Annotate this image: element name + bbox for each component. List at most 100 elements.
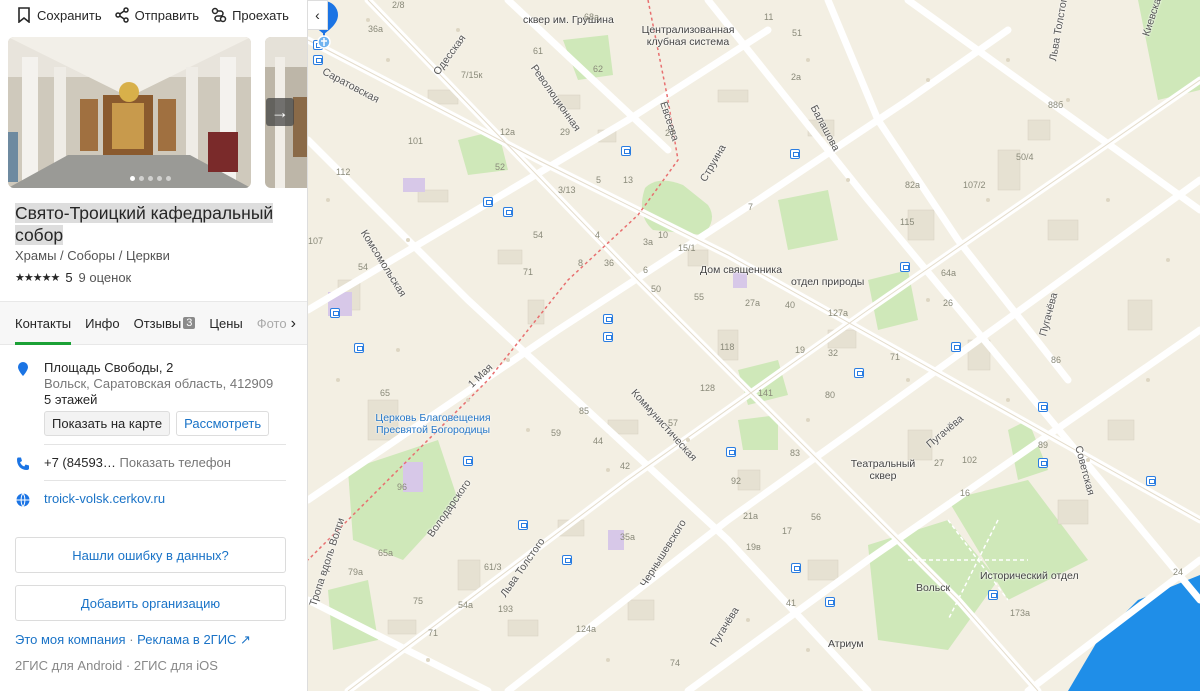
house-number: 10: [658, 230, 669, 240]
ios-app-link[interactable]: 2ГИС для iOS: [134, 658, 218, 673]
tab-contacts[interactable]: Контакты: [15, 302, 72, 345]
house-number: 15/1: [678, 243, 696, 253]
tab-reviews[interactable]: Отзывы 3: [134, 302, 196, 344]
bus-stop-icon[interactable]: [330, 308, 340, 318]
bus-stop-icon[interactable]: [791, 563, 801, 573]
tab-photos[interactable]: Фото: [257, 302, 287, 344]
share-button[interactable]: Отправить: [114, 7, 199, 23]
house-number: 141: [758, 388, 774, 398]
bus-stop-icon[interactable]: [726, 447, 736, 457]
footer-links: Это моя компания · Реклама в 2ГИС ↗: [15, 632, 251, 648]
poi-priest-house-label[interactable]: Дом священника: [700, 264, 782, 276]
house-number: 56: [811, 512, 822, 522]
address-block: Площадь Свободы, 2 Вольск, Саратовская о…: [15, 360, 295, 436]
phone-block: +7 (84593… Показать телефон: [15, 455, 295, 470]
house-number: 11: [764, 12, 774, 22]
bus-stop-icon[interactable]: [1146, 476, 1156, 486]
gallery-dot[interactable]: [130, 176, 135, 181]
house-number: 61/3: [484, 562, 502, 572]
bus-stop-icon[interactable]: [988, 590, 998, 600]
house-number: 193: [498, 604, 514, 614]
cathedral-interior-photo[interactable]: [8, 37, 251, 188]
house-number: 96: [397, 482, 408, 492]
house-number: 71: [523, 267, 534, 277]
bus-stop-icon[interactable]: [900, 262, 910, 272]
bus-stop-icon[interactable]: [354, 343, 364, 353]
website-link[interactable]: troick-volsk.cerkov.ru: [44, 491, 165, 506]
bus-stop-icon[interactable]: [854, 368, 864, 378]
bus-stop-icon[interactable]: [951, 342, 961, 352]
house-number: 57: [668, 418, 679, 428]
poi-square-label[interactable]: сквер им. Грушина: [523, 14, 614, 26]
add-organization-button[interactable]: Добавить организацию: [15, 585, 286, 621]
tab-label: Инфо: [85, 315, 120, 331]
house-number: 6: [643, 265, 649, 275]
show-on-map-button[interactable]: Показать на карте: [44, 411, 171, 436]
route-button[interactable]: Проехать: [211, 7, 289, 23]
bus-stop-icon[interactable]: [483, 197, 493, 207]
house-number: 7/15к: [461, 70, 483, 80]
tabs-scroll-right-icon[interactable]: ›: [291, 315, 296, 333]
gallery-dot[interactable]: [166, 176, 171, 181]
reviews-count-link[interactable]: 9 оценок: [79, 270, 132, 285]
house-number: 24: [1173, 567, 1184, 577]
house-number: 42: [620, 461, 631, 471]
phone-icon: [17, 457, 29, 470]
poi-history-dept-label[interactable]: Исторический отдел: [980, 570, 1079, 582]
house-number: 102: [962, 455, 978, 465]
house-number: 85: [579, 406, 590, 416]
bus-stop-icon[interactable]: [621, 146, 631, 156]
my-company-link[interactable]: Это моя компания: [15, 632, 126, 647]
divider: [44, 480, 286, 481]
poi-library-label[interactable]: Централизованная клубная система: [628, 24, 748, 48]
bus-stop-icon[interactable]: [562, 555, 572, 565]
inspect-button[interactable]: Рассмотреть: [176, 411, 270, 436]
tab-info[interactable]: Инфо: [85, 302, 119, 344]
footer-separator: ·: [125, 658, 131, 673]
bus-stop-icon[interactable]: [825, 597, 835, 607]
poi-theatre-square-label[interactable]: Театральный сквер: [848, 458, 918, 482]
bus-stop-icon[interactable]: [463, 456, 473, 466]
bus-stop-icon[interactable]: [518, 520, 528, 530]
house-number: 92: [731, 476, 742, 486]
poi-nature-dept-label[interactable]: отдел природы: [791, 276, 864, 288]
house-number: 27а: [745, 298, 761, 308]
bus-stop-icon[interactable]: [603, 314, 613, 324]
bus-stop-icon[interactable]: [313, 55, 323, 65]
show-phone-link[interactable]: Показать телефон: [120, 455, 231, 470]
house-number: 54: [533, 230, 544, 240]
poi-volsk-label[interactable]: Вольск: [916, 582, 950, 594]
house-number: 12а: [500, 127, 516, 137]
poi-atrium-label[interactable]: Атриум: [828, 638, 864, 650]
collapse-panel-button[interactable]: ‹: [308, 0, 328, 30]
ads-link[interactable]: Реклама в 2ГИС ↗: [137, 632, 251, 647]
save-button[interactable]: Сохранить: [16, 7, 102, 23]
next-photo-arrow-icon[interactable]: →: [266, 98, 294, 126]
bus-stop-icon[interactable]: [503, 207, 513, 217]
house-number: 51: [792, 28, 803, 38]
house-number: 3/13: [558, 185, 576, 195]
house-number: 82а: [905, 180, 921, 190]
bus-stop-icon[interactable]: [790, 149, 800, 159]
bus-stop-icon[interactable]: [1038, 402, 1048, 412]
tab-prices[interactable]: Цены: [209, 302, 242, 344]
bus-stop-icon[interactable]: [603, 332, 613, 342]
gallery-dot[interactable]: [139, 176, 144, 181]
house-number: 101: [408, 136, 424, 146]
place-rubric[interactable]: Храмы / Соборы / Церкви: [15, 248, 170, 263]
poi-church-label[interactable]: Церковь Благовещения Пресвятой Богородиц…: [368, 412, 498, 436]
report-error-button[interactable]: Нашли ошибку в данных?: [15, 537, 286, 573]
house-number: 17: [782, 526, 793, 536]
house-number: 16: [960, 488, 971, 498]
phone-number: +7 (84593…: [44, 455, 116, 470]
rating-value: 5: [65, 270, 73, 285]
action-bar: Сохранить Отправить Проехать: [0, 0, 307, 30]
star-rating-icon: ★★★★★: [15, 272, 60, 284]
bus-stop-icon[interactable]: [1038, 458, 1048, 468]
place-title: Свято-Троицкий кафедральный собор: [15, 202, 285, 246]
house-number: 118: [720, 342, 735, 352]
map-canvas[interactable]: Саратовская Одесская Революционная Евсее…: [308, 0, 1200, 691]
gallery-dot[interactable]: [157, 176, 162, 181]
gallery-dot[interactable]: [148, 176, 153, 181]
android-app-link[interactable]: 2ГИС для Android: [15, 658, 122, 673]
